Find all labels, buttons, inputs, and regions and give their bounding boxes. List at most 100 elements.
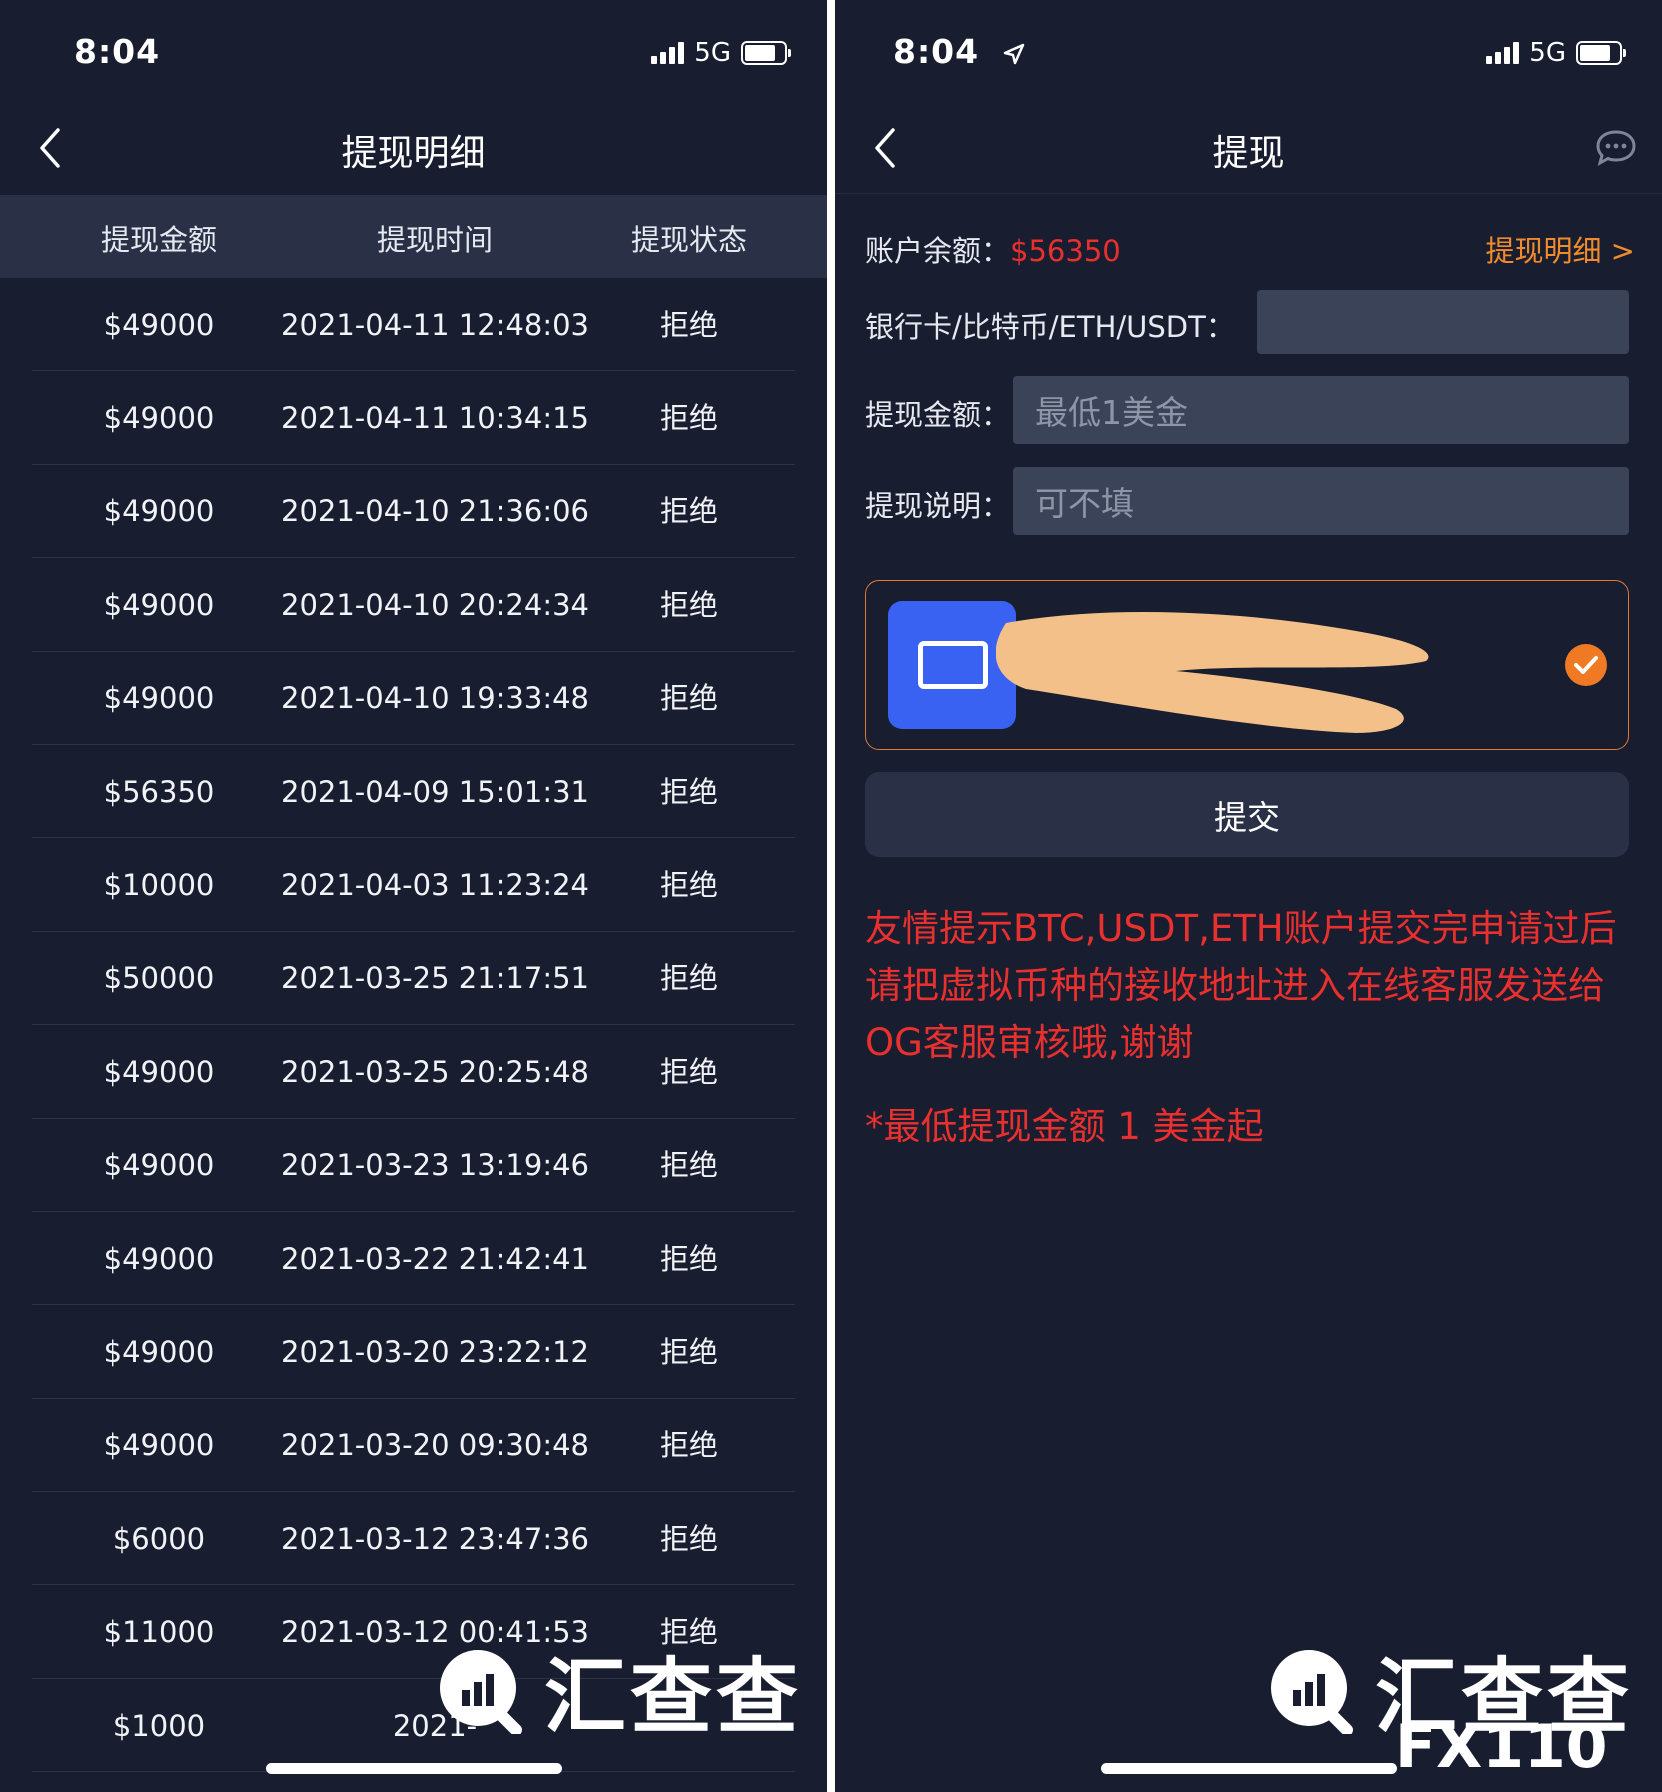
watermark-logo: 汇查查 — [436, 1630, 802, 1749]
cell-amount: $10000 — [103, 868, 215, 903]
cell-amount: $50000 — [103, 961, 215, 996]
table-row: $49000 2021-04-11 10:34:15 拒绝 — [32, 371, 795, 465]
status-time-text: 8:04 — [893, 32, 980, 71]
table-row: $49000 2021-03-22 21:42:41 拒绝 — [32, 1212, 795, 1306]
watermark-brand: 汇查查 — [544, 1650, 803, 1745]
cell-time: 2021-04-03 11:23:24 — [281, 868, 589, 903]
table-row: $50000 2021-03-25 21:17:51 拒绝 — [32, 932, 795, 1026]
cell-status: 拒绝 — [659, 961, 718, 996]
cell-time: 2021-03-20 23:22:12 — [281, 1334, 589, 1369]
chat-icon[interactable] — [1594, 128, 1638, 168]
amount-label: 提现金额： — [865, 398, 1011, 432]
balance-row: 账户余额：$56350 提现明细 > — [865, 228, 1635, 268]
network-label: 5G — [694, 38, 731, 68]
payment-card-option[interactable] — [865, 580, 1629, 750]
cell-status: 拒绝 — [659, 1334, 718, 1369]
column-header-time: 提现时间 — [376, 223, 493, 257]
cell-status: 拒绝 — [659, 774, 718, 809]
cell-time: 2021-04-10 19:33:48 — [281, 681, 589, 716]
signal-icon — [651, 42, 685, 64]
cell-amount: $49000 — [103, 401, 215, 436]
cell-status: 拒绝 — [659, 401, 718, 436]
table-row: $56350 2021-04-09 15:01:31 拒绝 — [32, 745, 795, 839]
note-label: 提现说明： — [865, 489, 1011, 523]
cell-status: 拒绝 — [659, 587, 718, 622]
account-input[interactable] — [1257, 290, 1629, 354]
cell-status: 拒绝 — [659, 1054, 718, 1089]
cell-time: 2021-04-10 20:24:34 — [281, 587, 589, 622]
table-row: $49000 2021-04-11 12:48:03 拒绝 — [32, 278, 795, 372]
cell-status: 拒绝 — [659, 1428, 718, 1463]
withdrawal-history-link[interactable]: 提现明细 > — [1485, 228, 1635, 270]
status-indicators: 5G — [1486, 38, 1626, 68]
table-row: $6000 2021-03-12 23:47:36 拒绝 — [32, 1492, 795, 1586]
network-label: 5G — [1529, 38, 1566, 68]
balance-label: 账户余额： — [865, 234, 1011, 268]
cell-status: 拒绝 — [659, 868, 718, 903]
cell-amount: $49000 — [103, 307, 215, 342]
cell-status: 拒绝 — [659, 1148, 718, 1183]
cell-amount: $1000 — [112, 1708, 206, 1743]
tip-text: 友情提示BTC,USDT,ETH账户提交完申请过后请把虚拟币种的接收地址进入在线… — [865, 907, 1617, 1064]
status-bar: 8:04 5G — [0, 0, 827, 100]
cell-status: 拒绝 — [659, 307, 718, 342]
cell-time: 2021-03-22 21:42:41 — [281, 1241, 589, 1276]
cell-amount: $49000 — [103, 494, 215, 529]
cell-amount: $49000 — [103, 1334, 215, 1369]
table-row: $49000 2021-04-10 20:24:34 拒绝 — [32, 558, 795, 652]
withdrawal-history-screen: 8:04 5G 提现明细 提现金额 提现时间 提现状态 $49000 2021-0… — [0, 0, 827, 1792]
nav-bar: 提现明细 — [0, 100, 827, 195]
cell-time: 2021-03-12 23:47:36 — [281, 1521, 589, 1556]
table-row: $49000 2021-03-20 23:22:12 拒绝 — [32, 1305, 795, 1399]
cell-time: 2021-03-25 21:17:51 — [281, 961, 589, 996]
cell-amount: $49000 — [103, 1241, 215, 1276]
location-arrow-icon — [1003, 43, 1024, 64]
table-row: $10000 2021-04-03 11:23:24 拒绝 — [32, 838, 795, 932]
status-time: 8:04 — [74, 32, 161, 71]
cell-time: 2021-03-23 13:19:46 — [281, 1148, 589, 1183]
battery-icon — [1576, 41, 1626, 65]
status-bar: 8:04 5G — [835, 0, 1662, 100]
home-indicator[interactable] — [1101, 1763, 1397, 1774]
table-row: $49000 2021-03-20 09:30:48 拒绝 — [32, 1399, 795, 1493]
submit-button[interactable]: 提交 — [865, 772, 1629, 857]
page-title: 提现明细 — [341, 133, 486, 174]
cell-amount: $49000 — [103, 1054, 215, 1089]
table-row: $49000 2021-04-10 21:36:06 拒绝 — [32, 465, 795, 559]
cell-time: 2021-04-11 10:34:15 — [281, 401, 589, 436]
cell-time: 2021-04-10 21:36:06 — [281, 494, 589, 529]
amount-row: 提现金额： 最低1美金 — [865, 376, 1635, 444]
cell-time: 2021-03-20 09:30:48 — [281, 1428, 589, 1463]
balance-value: $56350 — [1010, 234, 1121, 268]
table-row: $49000 2021-03-23 13:19:46 拒绝 — [32, 1119, 795, 1212]
cell-amount: $6000 — [112, 1521, 206, 1556]
home-indicator[interactable] — [266, 1763, 562, 1774]
chart-bubble-icon — [1271, 1649, 1353, 1734]
cell-amount: $49000 — [103, 681, 215, 716]
redaction-smudge — [996, 612, 1429, 733]
cell-amount: $56350 — [103, 774, 215, 809]
cell-time: 2021-04-09 15:01:31 — [281, 774, 589, 809]
nav-divider — [835, 193, 1662, 194]
amount-input[interactable]: 最低1美金 — [1013, 376, 1629, 444]
cell-status: 拒绝 — [659, 1521, 718, 1556]
withdrawal-table: $49000 2021-04-11 12:48:03 拒绝 $49000 2021-04… — [32, 278, 795, 1773]
minimum-notice: *最低提现金额 1 美金起 — [865, 1105, 1264, 1148]
note-row: 提现说明： 可不填 — [865, 467, 1635, 535]
column-header-status: 提现状态 — [630, 223, 747, 257]
account-label: 银行卡/比特币/ETH/USDT： — [865, 310, 1235, 344]
chart-bubble-icon — [440, 1649, 522, 1734]
status-indicators: 5G — [651, 38, 791, 68]
cell-time: 2021-04-11 12:48:03 — [281, 307, 589, 342]
cell-amount: $11000 — [103, 1615, 215, 1650]
cell-status: 拒绝 — [659, 494, 718, 529]
table-row: $49000 2021-03-25 20:25:48 拒绝 — [32, 1025, 795, 1119]
cell-status: 拒绝 — [659, 681, 718, 716]
status-time: 8:04 — [893, 32, 1026, 71]
cell-amount: $49000 — [103, 1428, 215, 1463]
page-title: 提现 — [1212, 133, 1285, 174]
cell-amount: $49000 — [103, 587, 215, 622]
note-input[interactable]: 可不填 — [1013, 467, 1629, 535]
table-header: 提现金额 提现时间 提现状态 — [0, 195, 827, 278]
withdrawal-screen: 8:04 5G 提现 账户余额：$56350 提现明细 > 银行卡/比特币/ET… — [835, 0, 1662, 1792]
